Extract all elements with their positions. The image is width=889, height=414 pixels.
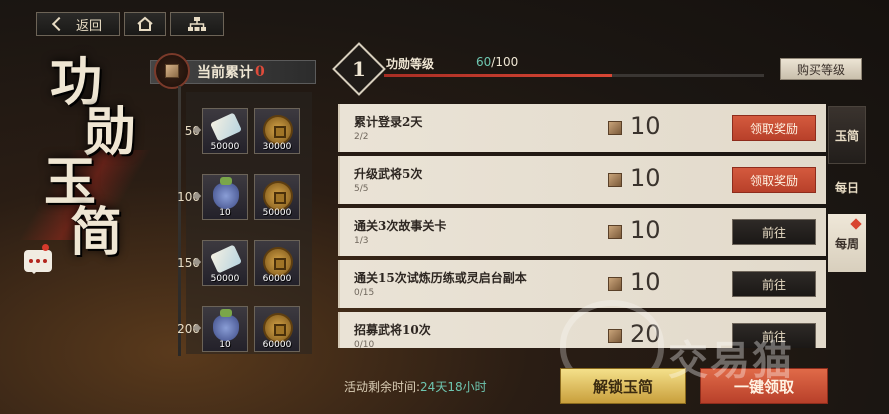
go-button[interactable]: 前往 [732, 219, 816, 245]
activity-timer: 活动剩余时间:24天18小时 [344, 378, 487, 395]
task-reward: 10 [630, 164, 661, 192]
task-reward: 10 [630, 112, 661, 140]
home-icon [137, 16, 153, 31]
task-progress: 5/5 [354, 184, 369, 194]
tier-row: 100 10 50000 [160, 170, 312, 226]
title-char-4: 简 [70, 202, 123, 263]
tier-row: 150 50000 60000 [160, 236, 312, 292]
task-title: 通关15次试炼历练或灵启台副本 [354, 271, 527, 285]
watermark-text: 交易猫 [668, 338, 794, 384]
reward-item[interactable]: 60000 [254, 306, 300, 352]
chevron-left-icon [51, 16, 67, 32]
tier-row: 200 10 60000 [160, 302, 312, 358]
merit-cube-icon [608, 277, 622, 291]
task-progress: 2/2 [354, 132, 369, 142]
coin-icon [263, 115, 293, 145]
level-progress-text: 60/100 [476, 55, 518, 69]
reward-item[interactable]: 10 [202, 306, 248, 352]
task-row: 累计登录2天 2/2 10 领取奖励 [338, 104, 826, 152]
hierarchy-icon [188, 17, 206, 31]
task-progress: 0/10 [354, 340, 375, 348]
item-quantity: 30000 [262, 142, 292, 152]
hierarchy-button[interactable] [170, 12, 224, 36]
chat-notification-dot [42, 244, 49, 251]
level-progress-current: 60 [476, 55, 492, 69]
merit-cube-icon [608, 121, 622, 135]
task-reward: 10 [630, 268, 661, 296]
chat-icon[interactable] [24, 250, 52, 274]
title-char-1: 功 [50, 52, 103, 113]
tier-row: 50 50000 30000 [160, 104, 312, 160]
merit-cube-icon [608, 225, 622, 239]
buy-level-button[interactable]: 购买等级 [780, 58, 862, 80]
reward-item[interactable]: 50000 [202, 240, 248, 286]
tab-jade-scroll[interactable]: 玉简 [828, 106, 866, 164]
item-quantity: 60000 [262, 274, 292, 284]
task-reward: 10 [630, 216, 661, 244]
level-label: 功勋等级 [386, 57, 435, 71]
item-quantity: 60000 [262, 340, 292, 350]
item-quantity: 10 [219, 208, 231, 218]
task-title: 招募武将10次 [354, 323, 431, 337]
task-title: 累计登录2天 [354, 115, 423, 129]
level-progress-max: /100 [491, 55, 519, 69]
bag-icon [213, 309, 239, 341]
home-button[interactable] [124, 12, 166, 36]
item-quantity: 50000 [262, 208, 292, 218]
timer-label: 活动剩余时间: [344, 380, 421, 394]
page-title: 功 勋 玉 简 [40, 52, 140, 263]
merit-cube-icon [154, 53, 190, 89]
reward-item[interactable]: 60000 [254, 240, 300, 286]
scroll-icon [209, 112, 243, 142]
item-quantity: 10 [219, 340, 231, 350]
task-title: 升级武将5次 [354, 167, 423, 181]
task-title: 通关3次故事关卡 [354, 219, 447, 233]
title-char-3: 玉 [44, 152, 97, 213]
item-quantity: 50000 [210, 142, 240, 152]
bag-icon [213, 177, 239, 209]
tab-daily[interactable]: 每日 [828, 158, 866, 216]
go-button[interactable]: 前往 [732, 271, 816, 297]
reward-item[interactable]: 30000 [254, 108, 300, 154]
merit-cube-icon [608, 173, 622, 187]
reward-item[interactable]: 10 [202, 174, 248, 220]
coin-icon [263, 247, 293, 277]
task-row: 通关15次试炼历练或灵启台副本 0/15 10 前往 [338, 260, 826, 308]
claim-reward-button[interactable]: 领取奖励 [732, 115, 816, 141]
back-button[interactable]: 返回 [36, 12, 120, 36]
task-progress: 0/15 [354, 288, 375, 298]
coin-icon [263, 313, 293, 343]
title-char-2: 勋 [84, 102, 137, 163]
level-progress-bar [384, 74, 764, 77]
task-progress: 1/3 [354, 236, 369, 246]
scroll-icon [209, 244, 243, 274]
reward-item[interactable]: 50000 [202, 108, 248, 154]
reward-item[interactable]: 50000 [254, 174, 300, 220]
back-label: 返回 [75, 18, 102, 34]
current-total-value: 0 [255, 64, 265, 80]
level-number: 1 [352, 57, 366, 81]
task-row: 升级武将5次 5/5 10 领取奖励 [338, 156, 826, 204]
current-total-label: 当前累计 [197, 65, 253, 81]
coin-icon [263, 181, 293, 211]
task-row: 通关3次故事关卡 1/3 10 前往 [338, 208, 826, 256]
claim-reward-button[interactable]: 领取奖励 [732, 167, 816, 193]
timer-value: 24天18小时 [420, 380, 487, 394]
level-progress-fill [384, 74, 612, 77]
item-quantity: 50000 [210, 274, 240, 284]
